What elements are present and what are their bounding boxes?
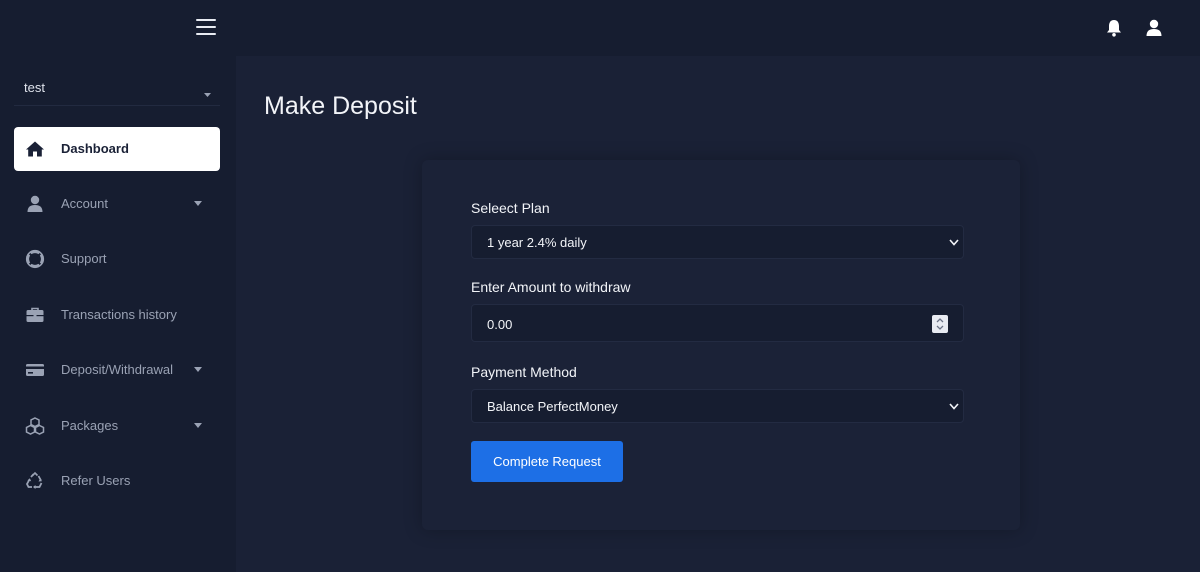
amount-input-value: 0.00 [487,317,513,332]
complete-request-button[interactable]: Complete Request [471,441,623,482]
user-chevron-down-icon[interactable] [204,93,211,97]
stepper-arrows-icon [936,318,944,330]
chevron-down-icon [949,239,959,246]
payment-method-select[interactable]: Balance PerfectMoney [471,389,964,423]
amount-input[interactable]: 0.00 [471,304,964,342]
sidebar-item-label: Packages [61,418,119,433]
payment-method-value: Balance PerfectMoney [487,399,618,414]
sidebar-item-packages[interactable]: Packages [14,404,220,448]
plan-label: Seleect Plan [471,200,550,216]
cubes-icon [25,417,45,435]
recycle-icon [25,471,43,489]
sidebar-item-account[interactable]: Account [14,182,220,226]
sidebar-item-transactions-history[interactable]: Transactions history [14,293,220,337]
plan-select[interactable]: 1 year 2.4% daily [471,225,964,259]
page-title: Make Deposit [264,92,417,120]
user-icon [27,195,43,212]
sidebar-item-label: Transactions history [61,307,177,322]
sidebar-item-refer-users[interactable]: Refer Users [14,459,220,503]
top-bar [0,0,1200,56]
plan-select-value: 1 year 2.4% daily [487,235,587,250]
username: test [24,80,45,95]
sidebar-item-label: Deposit/Withdrawal [61,362,173,377]
user-dropdown[interactable]: test [14,70,220,106]
caret-down-icon [194,201,202,206]
amount-stepper[interactable] [932,315,948,333]
home-icon [26,141,44,157]
chevron-down-icon [949,403,959,410]
user-icon[interactable] [1144,18,1164,38]
sidebar-item-label: Dashboard [61,141,129,156]
sidebar-item-support[interactable]: Support [14,237,220,281]
sidebar-item-deposit-withdrawal[interactable]: Deposit/Withdrawal [14,348,220,392]
amount-label: Enter Amount to withdraw [471,279,631,295]
credit-card-icon [26,364,44,376]
hamburger-menu-icon[interactable] [196,17,218,37]
bell-icon[interactable] [1104,18,1124,38]
sidebar-item-dashboard[interactable]: Dashboard [14,127,220,171]
payment-method-label: Payment Method [471,364,577,380]
caret-down-icon [194,367,202,372]
sidebar-item-label: Account [61,196,108,211]
sidebar-item-label: Support [61,251,107,266]
sidebar-item-label: Refer Users [61,473,131,488]
lifebuoy-icon [25,249,45,269]
briefcase-icon [26,307,44,322]
caret-down-icon [194,423,202,428]
